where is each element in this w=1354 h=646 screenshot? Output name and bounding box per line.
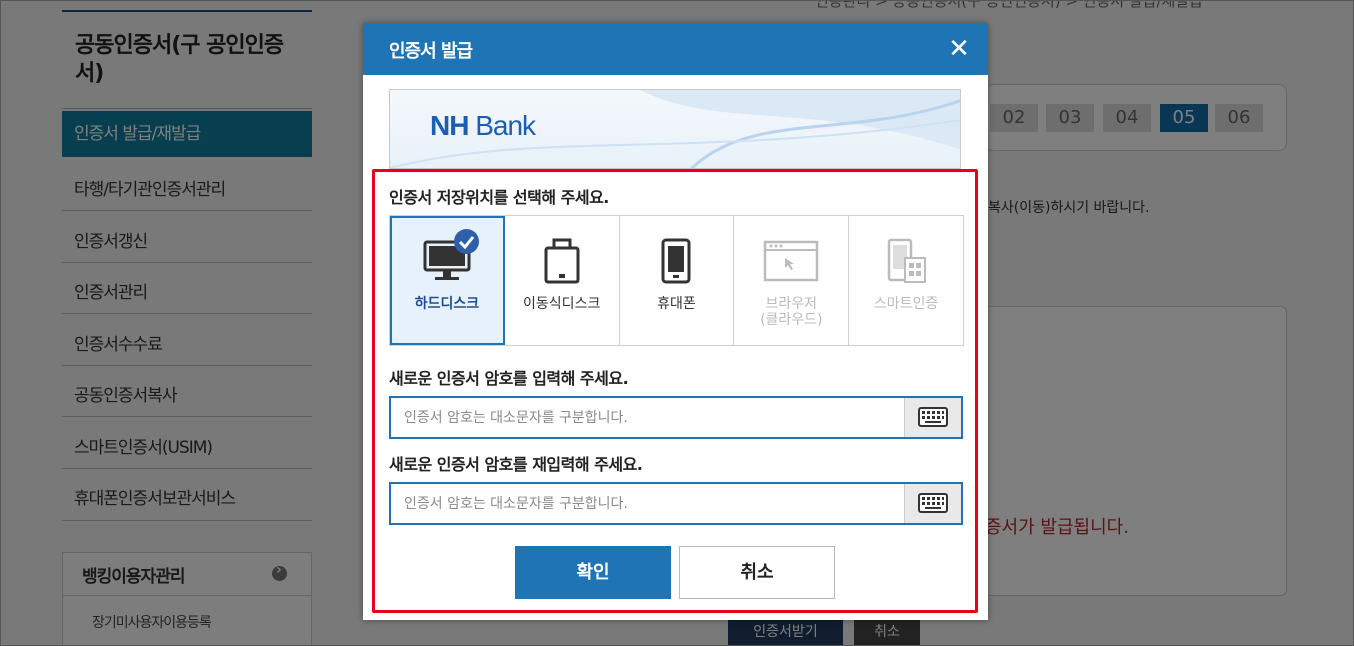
window-frame xyxy=(0,0,1354,646)
